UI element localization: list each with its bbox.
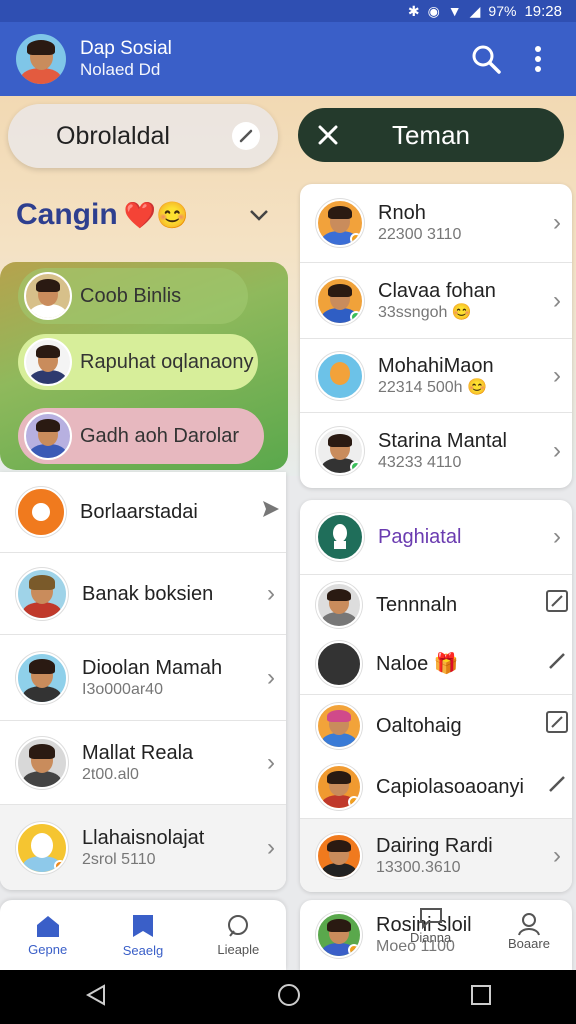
list-item[interactable]: Llahaisnolajat 2srol 5110 › — [0, 804, 286, 890]
search-icon[interactable] — [464, 37, 508, 81]
list-item[interactable]: Banak boksien › — [0, 552, 286, 634]
avatar — [316, 199, 364, 247]
app-bar: Dap Sosial Nolaed Dd — [0, 22, 576, 96]
system-nav-bar — [0, 970, 576, 1024]
chevron-right-icon: › — [267, 663, 275, 691]
nav-tab-home[interactable]: Gepne — [0, 900, 95, 970]
chevron-right-icon: › — [267, 748, 275, 776]
tab-chats-label: Obrolaldal — [56, 121, 170, 150]
tab-chats[interactable]: Obrolaldal — [8, 104, 278, 168]
sticker-icon: 🎁 — [433, 653, 459, 675]
tab-friends-label: Teman — [391, 119, 471, 150]
nav-tab-profile[interactable]: Boaare — [508, 912, 550, 951]
chat-list: Borlaarstadai Banak boksien › Dioolan Ma… — [0, 472, 286, 890]
list-item[interactable]: MohahiMaon 22314 500h 😊 › — [300, 338, 572, 412]
avatar — [24, 412, 72, 460]
send-icon[interactable] — [256, 498, 286, 526]
friends-list-bottom: Rosini sloil Moeo 1100 Dianna Boaare — [300, 900, 572, 970]
nav-tab-people[interactable]: Lieaple — [191, 900, 286, 970]
avatar — [16, 821, 68, 874]
chevron-right-icon: › — [267, 833, 275, 861]
list-item[interactable]: Clavaa fohan 33ssngoh 😊 › — [300, 262, 572, 338]
avatar — [316, 764, 362, 810]
avatar — [24, 338, 72, 386]
more-vert-icon[interactable] — [516, 37, 560, 81]
chevron-right-icon: › — [553, 286, 561, 314]
avatar — [316, 702, 362, 749]
avatar — [316, 276, 364, 325]
avatar — [16, 736, 68, 789]
list-item[interactable]: Starina Mantal 43233 4110 › — [300, 412, 572, 488]
list-item[interactable]: Mallat Reala 2t00.al0 › — [0, 720, 286, 804]
clock: 19:28 — [524, 2, 562, 20]
profile-avatar[interactable] — [16, 34, 66, 84]
group-icon — [316, 513, 364, 561]
chevron-right-icon: › — [553, 523, 561, 550]
tools-icon — [298, 123, 358, 147]
smile-icon: 😊 — [451, 303, 472, 321]
edit-icon[interactable] — [232, 122, 260, 150]
list-item[interactable]: Rnoh 22300 3110 › — [300, 184, 572, 262]
avatar — [316, 832, 362, 879]
chevron-right-icon: › — [553, 841, 561, 869]
pencil-icon[interactable] — [542, 650, 572, 679]
list-item[interactable]: Borlaarstadai — [0, 472, 286, 552]
app-subtitle: Nolaed Dd — [80, 60, 161, 79]
featured-item[interactable]: Gadh aoh Darolar — [18, 408, 264, 464]
list-item[interactable]: Paghiatal › — [300, 500, 572, 574]
featured-item[interactable]: Coob Binlis — [18, 268, 248, 324]
featured-stories: Coob Binlis Rapuhat oqlanaony Gadh aoh D… — [0, 262, 288, 470]
edit-box-icon[interactable] — [542, 589, 572, 620]
battery-text: 97% — [488, 3, 517, 19]
list-item[interactable]: Naloe 🎁 — [300, 634, 572, 694]
tab-friends[interactable]: Teman — [298, 108, 564, 162]
broadcast-avatar — [16, 487, 66, 537]
avatar — [316, 351, 364, 400]
featured-item[interactable]: Rapuhat oqlanaony — [18, 334, 258, 390]
status-bar: ✱ ◉ ▼ ◢ 97% 19:28 — [0, 0, 576, 22]
nav-tab-search[interactable]: Seaelg — [95, 900, 190, 970]
section-title: Cangin ❤️😊 — [16, 198, 189, 231]
avatar — [16, 567, 68, 620]
chevron-right-icon: › — [553, 436, 561, 464]
chevron-right-icon: › — [553, 209, 561, 236]
list-item[interactable]: Dairing Rardi 13300.3610 › — [300, 818, 572, 892]
chevron-right-icon: › — [553, 361, 561, 389]
bottom-nav: Gepne Seaelg Lieaple — [0, 900, 286, 970]
friends-list: Rnoh 22300 3110 › Clavaa fohan 33ssngoh 😊 … — [300, 184, 572, 488]
alarm-icon: ◉ — [427, 2, 440, 19]
chevron-right-icon: › — [267, 579, 275, 607]
list-item[interactable]: Oaltohaig — [300, 694, 572, 756]
back-icon[interactable] — [84, 983, 108, 1012]
pencil-icon[interactable] — [542, 773, 572, 802]
recents-icon[interactable] — [470, 984, 492, 1011]
mute-icon: ✱ — [407, 2, 420, 19]
avatar — [24, 272, 72, 320]
chevron-down-icon[interactable] — [248, 208, 270, 227]
edit-box-icon[interactable] — [542, 710, 572, 741]
nav-tab-chat[interactable]: Dianna — [410, 906, 451, 945]
avatar — [16, 651, 68, 704]
list-item[interactable]: Tennnaln — [300, 574, 572, 634]
smile-icon: 😊 — [466, 378, 487, 396]
avatar — [316, 426, 364, 475]
signal-icon: ◢ — [469, 2, 481, 19]
groups-list: Paghiatal › Tennnaln Naloe 🎁 Oaltohaig C… — [300, 500, 572, 892]
avatar — [316, 581, 362, 628]
avatar — [316, 912, 362, 958]
wifi-icon: ▼ — [447, 3, 462, 19]
avatar — [316, 641, 362, 687]
heart-smile-icon: ❤️😊 — [123, 199, 189, 230]
list-item[interactable]: Dioolan Mamah I3o000ar40 › — [0, 634, 286, 720]
list-item[interactable]: Capiolasoaoanyi — [300, 756, 572, 818]
app-title: Dap Sosial — [80, 38, 172, 59]
home-icon[interactable] — [276, 982, 302, 1013]
